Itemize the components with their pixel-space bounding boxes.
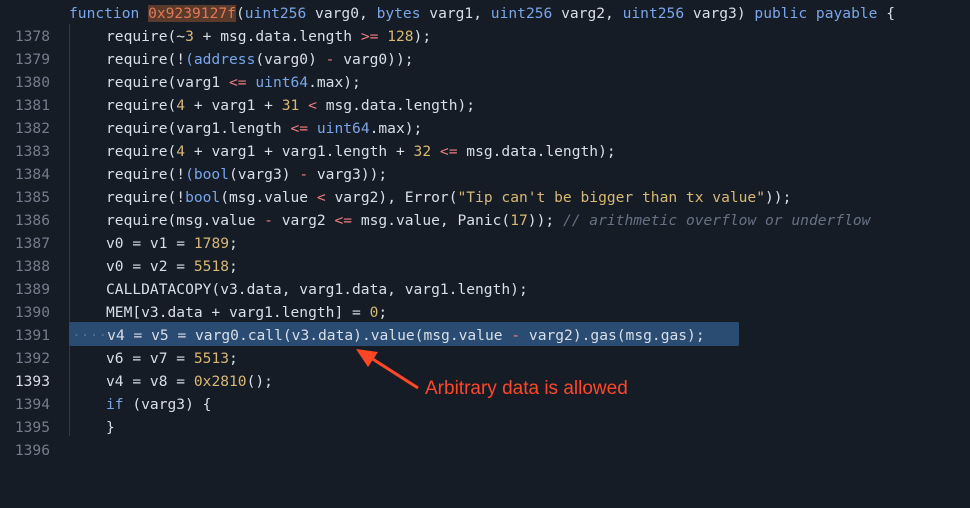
annotation-label: Arbitrary data is allowed [425,378,628,399]
code-editor[interactable]: 1378 function 0x9239127f(uint256 varg0, … [0,0,970,459]
annotation-arrow-icon [356,349,419,390]
line-number: 1396 [14,442,50,459]
